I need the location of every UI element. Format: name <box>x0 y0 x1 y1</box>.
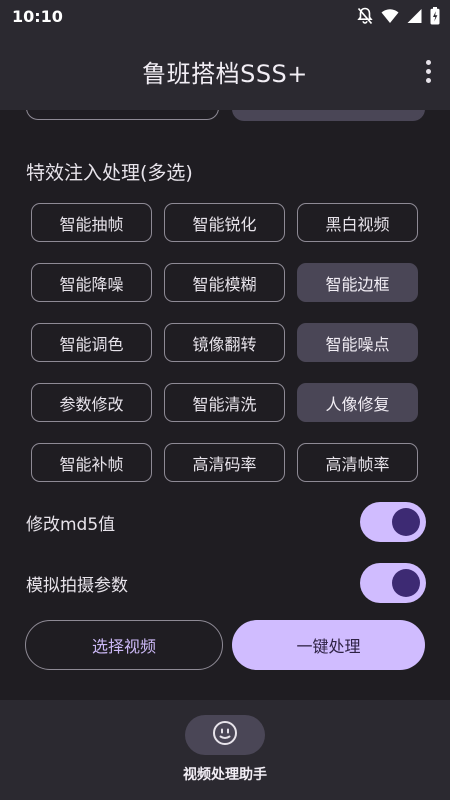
chip-black-white[interactable]: 黑白视频 <box>297 203 418 242</box>
chip-smart-frame-extract[interactable]: 智能抽帧 <box>31 203 152 242</box>
chip-smart-border[interactable]: 智能边框 <box>297 263 418 302</box>
chip-smart-denoise[interactable]: 智能降噪 <box>31 263 152 302</box>
smiley-face-icon <box>212 720 238 750</box>
nav-item-video-assistant[interactable]: 视频处理助手 <box>183 700 267 784</box>
chip-smart-clean[interactable]: 智能清洗 <box>164 383 285 422</box>
shoot-params-switch-label: 模拟拍摄参数 <box>26 575 128 596</box>
nav-active-indicator <box>185 715 265 755</box>
one-click-process-button[interactable]: 一键处理 <box>232 620 425 670</box>
effects-section-title: 特效注入处理(多选) <box>26 162 193 184</box>
md5-switch-row: 修改md5值 <box>26 502 426 542</box>
chip-smart-noise[interactable]: 智能噪点 <box>297 323 418 362</box>
app-title: 鲁班搭档SSS+ <box>142 59 308 88</box>
app-bar: 鲁班搭档SSS+ <box>0 32 450 110</box>
notifications-off-icon <box>357 7 373 25</box>
battery-icon <box>430 7 440 25</box>
chip-smart-color[interactable]: 智能调色 <box>31 323 152 362</box>
md5-switch[interactable] <box>360 502 426 542</box>
chip-smart-blur[interactable]: 智能模糊 <box>164 263 285 302</box>
effects-chip-grid: 智能抽帧 智能锐化 黑白视频 智能降噪 智能模糊 智能边框 智能调色 镜像翻转 … <box>31 203 418 482</box>
status-time: 10:10 <box>12 6 63 26</box>
status-bar: 10:10 <box>0 0 450 32</box>
switch-knob <box>392 569 420 597</box>
switch-knob <box>392 508 420 536</box>
nav-label: 视频处理助手 <box>183 767 267 783</box>
signal-icon <box>407 8 422 24</box>
chip-hd-bitrate[interactable]: 高清码率 <box>164 443 285 482</box>
chip-smart-sharpen[interactable]: 智能锐化 <box>164 203 285 242</box>
chip-param-modify[interactable]: 参数修改 <box>31 383 152 422</box>
chip-portrait-repair[interactable]: 人像修复 <box>297 383 418 422</box>
select-video-button[interactable]: 选择视频 <box>25 620 223 670</box>
md5-switch-label: 修改md5值 <box>26 514 116 535</box>
chip-hd-framerate[interactable]: 高清帧率 <box>297 443 418 482</box>
shoot-params-switch-row: 模拟拍摄参数 <box>26 563 426 603</box>
chip-mirror-flip[interactable]: 镜像翻转 <box>164 323 285 362</box>
more-vert-icon[interactable] <box>420 56 436 86</box>
bottom-nav: 视频处理助手 <box>0 700 450 800</box>
shoot-params-switch[interactable] <box>360 563 426 603</box>
status-icons <box>357 7 440 25</box>
wifi-icon <box>381 8 399 24</box>
chip-smart-interpolate[interactable]: 智能补帧 <box>31 443 152 482</box>
